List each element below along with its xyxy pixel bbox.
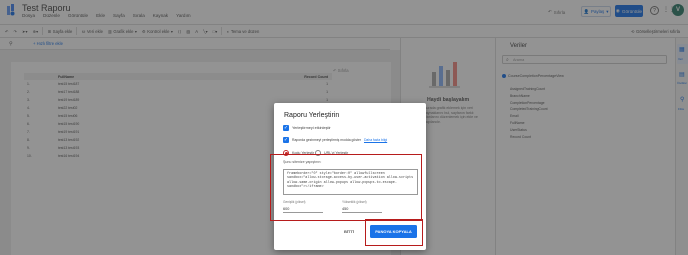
height-label: Yükseklik (piksel) [342, 200, 367, 204]
checkbox-checked-icon[interactable]: ✓ [283, 137, 289, 143]
width-label: Genişlik (piksel) [283, 200, 306, 204]
dialog-title: Raporu Yerleştirin [284, 112, 340, 119]
width-input[interactable]: 600 [283, 207, 323, 213]
code-label: Şunu sitenize yapıştırın: [283, 160, 322, 164]
embed-report-dialog: Raporu Yerleştirin ✓ Yerleştirmeyi etkin… [270, 103, 426, 250]
embed-code-highlight: Şunu sitenize yapıştırın: frameborder="0… [270, 154, 422, 221]
enable-embed-option[interactable]: ✓ Yerleştirmeyi etkinleştir [283, 125, 331, 131]
height-input[interactable]: 450 [342, 207, 382, 213]
learn-more-link[interactable]: Daha fazla bilgi [364, 138, 387, 142]
embed-code-textarea[interactable]: frameborder="0" style="border:0" allowfu… [283, 169, 418, 195]
done-button[interactable]: BİTTİ [344, 229, 354, 234]
copy-highlight: PANOYA KOPYALA [365, 219, 423, 246]
copy-to-clipboard-button[interactable]: PANOYA KOPYALA [370, 225, 417, 238]
checkbox-checked-icon[interactable]: ✓ [283, 125, 289, 131]
consent-option[interactable]: ✓ Raporda gezinmeyi yerleştirmiş modda g… [283, 137, 387, 143]
